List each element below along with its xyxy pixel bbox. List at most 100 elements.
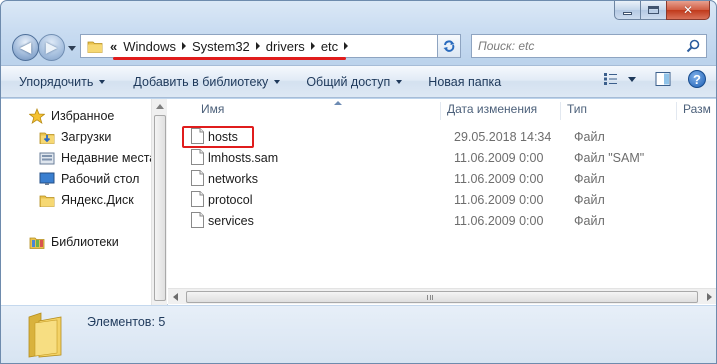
column-header-date[interactable]: Дата изменения (441, 102, 561, 120)
file-row-lmhosts[interactable]: lmhosts.sam 11.06.2009 0:00 Файл "SAM" (188, 147, 708, 168)
item-count: Элементов: 5 (87, 315, 166, 329)
help-icon[interactable]: ? (688, 70, 706, 88)
file-name: services (208, 213, 254, 228)
horizontal-scroll-thumb[interactable] (186, 291, 698, 303)
organize-button[interactable]: Упорядочить (1, 70, 113, 94)
folder-icon (87, 41, 103, 53)
column-headers: Имя Дата изменения Тип Разм (168, 99, 716, 121)
file-icon (191, 212, 204, 228)
forward-button[interactable]: ▶ (38, 34, 65, 61)
explorer-window: ✕ ◀ ▶ « Windows System32 drivers etc Пои… (0, 0, 717, 364)
sidebar-libraries-label: Библиотеки (51, 235, 119, 249)
close-button[interactable]: ✕ (666, 1, 710, 20)
minimize-button[interactable] (614, 1, 640, 20)
file-icon (191, 149, 204, 165)
recent-pages-dropdown[interactable] (67, 43, 77, 53)
details-pane: Элементов: 5 (1, 306, 716, 363)
address-bar[interactable]: « Windows System32 drivers etc (80, 34, 435, 58)
file-row-networks[interactable]: networks 11.06.2009 0:00 Файл (188, 168, 708, 189)
view-dropdown-icon[interactable] (628, 76, 636, 82)
file-row-protocol[interactable]: protocol 11.06.2009 0:00 Файл (188, 189, 708, 210)
file-icon (191, 191, 204, 207)
breadcrumb-separator-icon[interactable] (310, 42, 315, 50)
sidebar-item-yandex-disk[interactable]: Яндекс.Диск (39, 190, 134, 210)
scroll-left-icon[interactable] (173, 293, 178, 301)
back-button[interactable]: ◀ (12, 34, 39, 61)
search-input[interactable] (478, 36, 678, 56)
chevron-down-icon (274, 79, 281, 84)
breadcrumb-system32[interactable]: System32 (192, 39, 250, 54)
file-type: Файл (574, 213, 605, 228)
maximize-icon (648, 6, 659, 14)
column-name-label: Имя (201, 102, 225, 116)
folder-icon (39, 195, 55, 207)
column-header-type[interactable]: Тип (561, 102, 677, 120)
add-to-library-button[interactable]: Добавить в библиотеку (125, 70, 288, 94)
chevron-down-icon (68, 45, 76, 51)
view-options-icon[interactable] (602, 71, 620, 87)
sidebar-item-label: Яндекс.Диск (61, 193, 134, 207)
file-list: Имя Дата изменения Тип Разм hosts 29.05.… (168, 99, 716, 305)
sidebar-libraries[interactable]: Библиотеки (29, 232, 119, 252)
scroll-up-icon[interactable] (156, 104, 164, 109)
maximize-button[interactable] (640, 1, 666, 20)
file-type: Файл "SAM" (574, 150, 645, 165)
breadcrumb-overflow[interactable]: « (110, 39, 117, 54)
breadcrumb-drivers[interactable]: drivers (266, 39, 305, 54)
file-icon (191, 170, 204, 186)
file-row-services[interactable]: services 11.06.2009 0:00 Файл (188, 210, 708, 231)
chevron-down-icon (99, 79, 106, 84)
close-icon: ✕ (682, 3, 694, 17)
file-type: Файл (574, 171, 605, 186)
breadcrumb-windows[interactable]: Windows (123, 39, 176, 54)
downloads-icon (39, 132, 55, 144)
file-type: Файл (574, 129, 605, 144)
search-box[interactable] (471, 34, 707, 58)
breadcrumb-etc[interactable]: etc (321, 39, 338, 54)
scroll-right-icon[interactable] (707, 293, 712, 301)
grip-icon (427, 295, 433, 300)
arrow-left-icon: ◀ (19, 39, 32, 56)
sidebar-favorites-label: Избранное (51, 109, 115, 123)
help-label: ? (693, 71, 701, 87)
file-name: lmhosts.sam (208, 150, 279, 165)
sort-ascending-icon (334, 101, 342, 105)
file-date: 11.06.2009 0:00 (454, 171, 544, 186)
navigation-scrollbar[interactable] (151, 99, 167, 305)
breadcrumb-separator-icon[interactable] (344, 42, 349, 50)
arrow-right-icon: ▶ (45, 39, 58, 56)
organize-label: Упорядочить (19, 74, 94, 89)
file-name: protocol (208, 192, 253, 207)
refresh-button[interactable] (437, 34, 461, 58)
folder-icon (28, 312, 62, 358)
command-bar: Упорядочить Добавить в библиотеку Общий … (1, 65, 716, 98)
star-icon (29, 108, 45, 124)
share-button[interactable]: Общий доступ (298, 70, 410, 94)
sidebar-item-recent-places[interactable]: Недавние места (39, 148, 156, 168)
column-header-size[interactable]: Разм (677, 102, 716, 120)
new-folder-button[interactable]: Новая папка (420, 70, 509, 94)
breadcrumb-separator-icon[interactable] (181, 42, 186, 50)
sidebar-item-label: Рабочий стол (61, 172, 140, 186)
preview-pane-icon[interactable] (654, 71, 672, 87)
sidebar-item-label: Недавние места (61, 151, 157, 165)
toolbar-right-group: ? (602, 70, 706, 88)
horizontal-scrollbar[interactable] (168, 288, 716, 304)
navigation-pane: Избранное Загрузки Недавние места Рабочи… (1, 99, 156, 305)
desktop-icon (39, 172, 55, 185)
sidebar-item-downloads[interactable]: Загрузки (39, 127, 111, 147)
chevron-down-icon (396, 79, 403, 84)
recent-places-icon (39, 152, 55, 165)
sidebar-item-desktop[interactable]: Рабочий стол (39, 169, 139, 189)
file-row-hosts[interactable]: hosts 29.05.2018 14:34 Файл (188, 126, 708, 147)
file-date: 11.06.2009 0:00 (454, 192, 544, 207)
refresh-icon (443, 40, 455, 52)
libraries-icon (29, 237, 45, 249)
sidebar-item-label: Загрузки (61, 130, 112, 144)
caption-buttons: ✕ (614, 1, 710, 20)
sidebar-favorites[interactable]: Избранное (29, 106, 114, 126)
navigation-scroll-thumb[interactable] (154, 115, 166, 301)
column-header-name[interactable]: Имя (195, 101, 441, 120)
content-area: Избранное Загрузки Недавние места Рабочи… (1, 99, 716, 305)
breadcrumb-separator-icon[interactable] (255, 42, 260, 50)
